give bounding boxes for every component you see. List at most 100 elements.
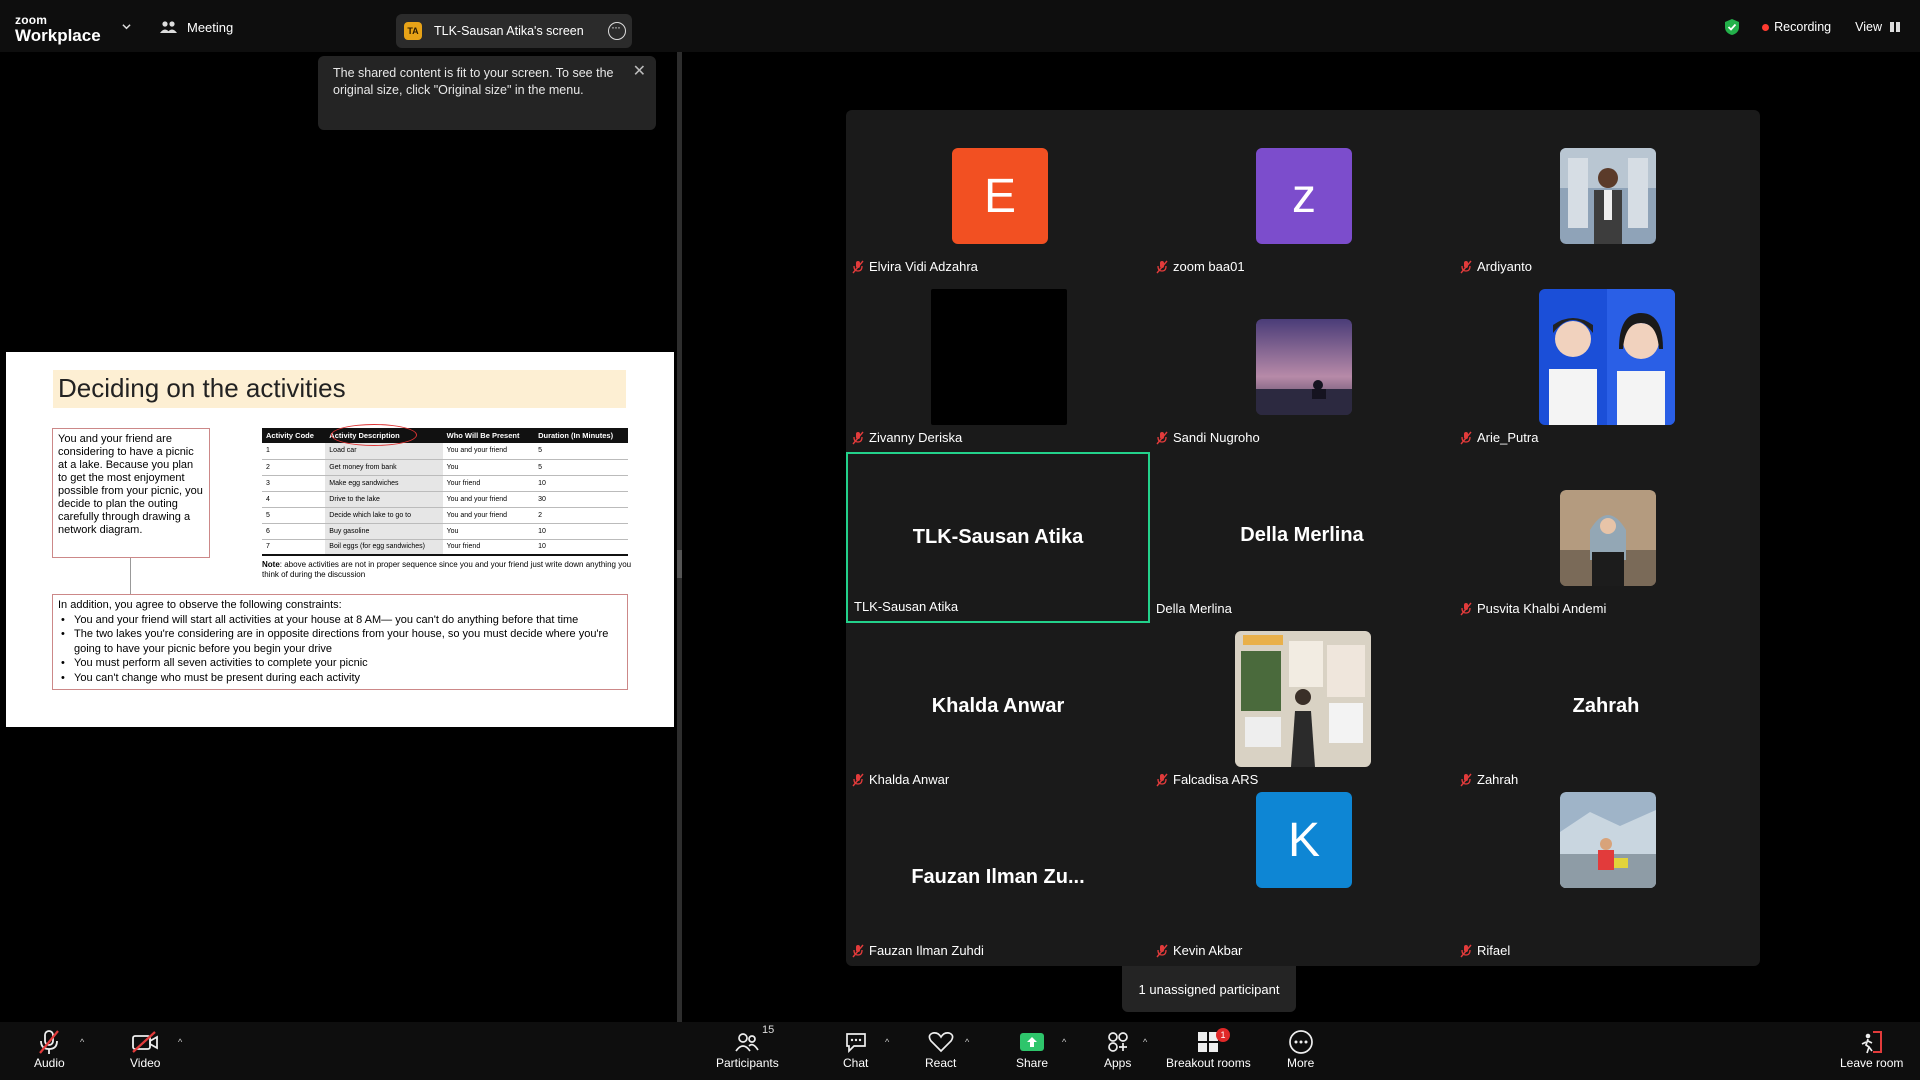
participant-name: Arie_Putra [1460,430,1538,445]
participant-name: Rifael [1460,943,1510,958]
more-button[interactable]: More [1287,1028,1314,1070]
mic-off-icon [1460,260,1472,273]
mic-off-icon [1156,773,1168,786]
table-cell: Make egg sandwiches [325,475,443,492]
participant-tile[interactable]: K Kevin Akbar [1150,792,1454,965]
audio-button[interactable]: Audio [34,1028,65,1070]
video-off-icon [132,1031,159,1053]
participant-name: Ardiyanto [1460,259,1532,274]
meeting-button[interactable]: Meeting [160,20,233,35]
participant-name: Della Merlina [1156,601,1232,616]
tooltip-text: The shared content is fit to your screen… [333,66,614,97]
participant-tile[interactable]: Ardiyanto [1454,110,1758,281]
participant-tile[interactable]: Della Merlina Della Merlina [1150,452,1454,623]
share-options-caret-icon[interactable]: ^ [1062,1037,1066,1047]
participant-tile[interactable]: Fauzan Ilman Zu... Fauzan Ilman Zuhdi [846,794,1150,965]
chat-options-caret-icon[interactable]: ^ [885,1037,889,1047]
participant-tile[interactable]: Rifael [1454,792,1758,965]
table-cell: Your friend [442,539,535,556]
participant-tile[interactable]: Sandi Nugroho [1150,281,1454,452]
people-icon [160,21,177,33]
leave-room-button[interactable]: Leave room [1840,1028,1903,1070]
view-label[interactable]: View [1855,20,1882,34]
audio-options-caret-icon[interactable]: ^ [80,1037,84,1047]
table-cell: 5 [534,443,628,460]
participant-tile-active[interactable]: TLK-Sausan Atika TLK-Sausan Atika [846,452,1150,623]
close-icon[interactable]: ✕ [633,63,646,80]
brand-logo[interactable]: zoom Workplace [15,14,101,44]
avatar-photo [1235,631,1371,767]
mic-off-icon [1460,944,1472,957]
share-button[interactable]: Share [1016,1028,1048,1070]
bottom-toolbar: Audio ^ Video ^ Participants 15 Chat ^ R… [0,1022,1920,1080]
participant-tile[interactable]: z zoom baa01 [1150,110,1454,281]
participant-name: Khalda Anwar [852,772,949,787]
table-cell: 5 [534,459,628,476]
chevron-down-icon[interactable] [122,22,131,31]
apps-label: Apps [1104,1056,1132,1070]
react-options-caret-icon[interactable]: ^ [965,1037,969,1047]
participant-tile[interactable]: Pusvita Khalbi Andemi [1454,452,1758,623]
participant-tile[interactable]: Falcadisa ARS [1150,623,1454,794]
avatar: E [952,148,1048,244]
split-divider[interactable] [677,52,682,1022]
mic-off-icon [1460,431,1472,444]
breakout-notification-badge: 1 [1216,1028,1230,1042]
shield-check-icon[interactable] [1724,18,1740,36]
heart-icon [928,1031,954,1053]
avatar-photo [1539,289,1675,425]
participants-label: Participants [716,1056,779,1070]
grid-view-icon[interactable] [1890,22,1900,32]
avatar: z [1256,148,1352,244]
avatar-photo [931,289,1067,425]
table-cell: 10 [534,523,628,540]
apps-icon [1107,1032,1128,1052]
divider-handle[interactable] [677,550,682,578]
participant-name: Kevin Akbar [1156,943,1242,958]
table-row: 2 Get money from bank You 5 [262,459,628,476]
table-cell: Buy gasoline [325,523,443,540]
participant-tile[interactable]: Arie_Putra [1454,281,1758,452]
recording-dot-icon [1762,23,1770,31]
table-cell: Drive to the lake [325,491,443,508]
avatar-photo [1560,490,1656,586]
participant-tile[interactable]: Zivanny Deriska [846,281,1150,452]
mic-off-icon [1156,431,1168,444]
react-button[interactable]: React [925,1028,956,1070]
breakout-rooms-button[interactable]: Breakout rooms [1166,1028,1251,1070]
video-options-caret-icon[interactable]: ^ [178,1037,182,1047]
video-button[interactable]: Video [130,1028,160,1070]
constraint-item: You can't change who must be present dur… [58,671,622,686]
apps-button[interactable]: Apps [1104,1028,1131,1070]
note-label: Note [262,560,280,569]
table-cell: 7 [262,539,326,556]
participant-name: Zivanny Deriska [852,430,962,445]
participant-tile[interactable]: Zahrah Zahrah [1454,623,1758,794]
mic-off-icon [1156,260,1168,273]
participant-tile[interactable]: Khalda Anwar Khalda Anwar [846,623,1150,794]
participant-name: Zahrah [1460,772,1518,787]
constraint-item: You and your friend will start all activ… [58,613,622,628]
share-label: TLK-Sausan Atika's screen [434,24,584,38]
note-text: : above activities are not in proper seq… [262,560,632,579]
participant-tile[interactable]: E Elvira Vidi Adzahra [846,110,1150,281]
table-cell: Your friend [442,475,535,492]
leave-room-icon [1861,1031,1882,1054]
more-options-icon[interactable] [608,20,626,40]
table-row: 7 Boil eggs (for egg sandwiches) Your frie… [262,539,628,556]
table-cell: 6 [262,523,326,540]
unassigned-participant-button[interactable]: 1 unassigned participant [1122,966,1296,1012]
constraints-box: In addition, you agree to observe the fo… [52,594,628,690]
participant-name: Fauzan Ilman Zuhdi [852,943,984,958]
recording-label[interactable]: Recording [1774,20,1831,34]
chat-button[interactable]: Chat [843,1028,868,1070]
share-view-pill[interactable]: TA TLK-Sausan Atika's screen [396,14,632,48]
participant-big-name: TLK-Sausan Atika [912,526,1084,548]
brand-large-text: Workplace [15,26,101,45]
table-cell: 1 [262,443,326,460]
table-cell: You and your friend [442,443,535,460]
apps-options-caret-icon[interactable]: ^ [1143,1037,1147,1047]
brand-small-text: zoom [15,13,48,27]
chat-icon [845,1033,866,1053]
table-cell: You and your friend [442,507,535,524]
